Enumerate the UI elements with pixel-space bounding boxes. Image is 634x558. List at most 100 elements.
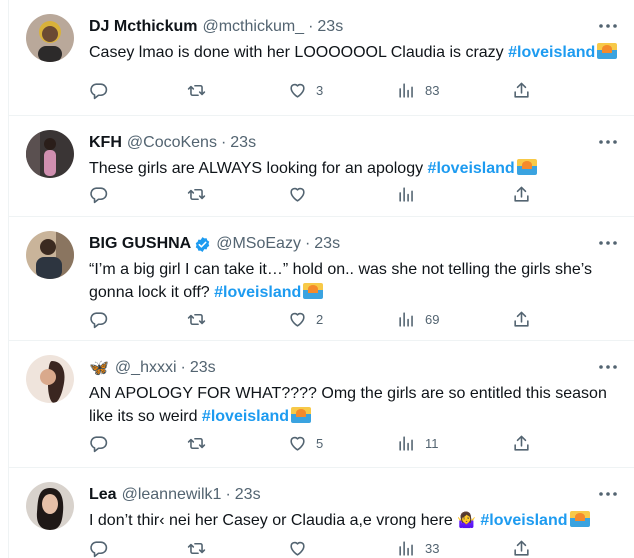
retweet-icon [187,310,206,329]
retweet-icon [187,185,206,204]
avatar[interactable] [26,14,74,62]
tweet-actions [89,184,539,204]
hashtag-link[interactable]: #loveisland [480,512,567,529]
tweet[interactable]: BIG GUSHNA @MSoEazy · 23s “I’m a big gir… [9,217,634,341]
tweet[interactable]: Lea @leannewilk1 · 23s I don’t thir‹ nei… [9,468,634,558]
share-button[interactable] [512,538,531,558]
more-icon[interactable] [598,357,618,377]
heart-icon [288,434,307,453]
tweet-actions: 2 69 [89,309,539,329]
retweet-icon [187,81,206,100]
timestamp[interactable]: 23s [235,486,261,504]
butterfly-emoji-icon: 🦋 [89,360,109,377]
retweet-icon [187,434,206,453]
tweet-body: Casey lmao is done with her LOOOOOOL Cla… [89,44,509,61]
retweet-button[interactable] [187,538,215,558]
tweet-actions: 33 [89,538,539,558]
retweet-button[interactable] [187,433,215,453]
tweet-header: BIG GUSHNA @MSoEazy · 23s [89,233,340,255]
share-icon [512,539,531,558]
display-name[interactable]: Lea [89,486,117,504]
shrug-emoji-icon: 🤷‍♀️ [457,512,476,529]
views-button[interactable]: 11 [397,433,439,453]
hashtag-link[interactable]: #loveisland [202,408,289,425]
more-icon[interactable] [598,16,618,36]
more-icon[interactable] [598,484,618,504]
tweet-text: Casey lmao is done with her LOOOOOOL Cla… [89,41,619,64]
separator-dot: · [304,235,311,252]
share-button[interactable] [512,80,531,100]
avatar[interactable] [26,130,74,178]
retweet-icon [187,539,206,558]
tweet-header: Lea @leannewilk1 · 23s [89,484,261,506]
display-name[interactable]: BIG GUSHNA [89,235,191,253]
tweet-body: I don’t thir‹ nei her Casey or Claudia a… [89,512,458,529]
tweet-header: KFH @CocoKens · 23s [89,132,256,154]
user-handle[interactable]: @MSoEazy [216,235,301,253]
avatar[interactable] [26,231,74,279]
like-count: 5 [316,435,324,451]
like-button[interactable]: 3 [288,80,323,100]
reply-button[interactable] [89,184,117,204]
tweet[interactable]: DJ Mcthickum @mcthickum_ · 23s Casey lma… [9,0,634,116]
user-handle[interactable]: @CocoKens [127,134,217,152]
tweet[interactable]: 🦋 @_hxxxi · 23s AN APOLOGY FOR WHAT???? … [9,341,634,468]
like-button[interactable]: 2 [288,309,323,329]
reply-button[interactable] [89,538,117,558]
share-icon [512,434,531,453]
display-name[interactable]: DJ Mcthickum [89,18,197,36]
more-icon[interactable] [598,233,618,253]
timestamp[interactable]: 23s [230,134,256,152]
like-button[interactable] [288,184,316,204]
views-icon [397,185,416,204]
timestamp[interactable]: 23s [190,359,216,377]
tweet-body: AN APOLOGY FOR WHAT???? Omg the girls ar… [89,385,607,425]
views-button[interactable]: 83 [397,80,439,100]
share-icon [512,185,531,204]
views-icon [397,434,416,453]
loveisland-hashflag-icon [516,159,537,175]
views-button[interactable] [397,184,425,204]
hashtag-link[interactable]: #loveisland [214,284,301,301]
tweet-text: “I’m a big girl I can take it…” hold on.… [89,258,619,304]
tweet[interactable]: KFH @CocoKens · 23s These girls are ALWA… [9,116,634,217]
views-icon [397,310,416,329]
avatar[interactable] [26,355,74,403]
retweet-button[interactable] [187,80,215,100]
hashtag-link[interactable]: #loveisland [508,44,595,61]
avatar[interactable] [26,482,74,530]
timestamp[interactable]: 23s [317,18,343,36]
share-icon [512,310,531,329]
reply-button[interactable] [89,80,117,100]
hashtag-link[interactable]: #loveisland [428,160,515,177]
user-handle[interactable]: @leannewilk1 [122,486,222,504]
like-count: 2 [316,311,324,327]
views-icon [397,539,416,558]
reply-icon [89,310,108,329]
share-button[interactable] [512,184,531,204]
reply-icon [89,185,108,204]
tweet-text: AN APOLOGY FOR WHAT???? Omg the girls ar… [89,382,619,428]
retweet-button[interactable] [187,309,215,329]
user-handle[interactable]: @_hxxxi [115,359,177,377]
separator-dot: · [308,18,314,35]
like-button[interactable]: 5 [288,433,323,453]
timeline-feed: DJ Mcthickum @mcthickum_ · 23s Casey lma… [8,0,634,558]
timestamp[interactable]: 23s [314,235,340,253]
like-button[interactable] [288,538,316,558]
share-button[interactable] [512,309,531,329]
reply-button[interactable] [89,433,117,453]
views-button[interactable]: 33 [397,538,439,558]
reply-icon [89,539,108,558]
retweet-button[interactable] [187,184,215,204]
reply-button[interactable] [89,309,117,329]
user-handle[interactable]: @mcthickum_ [202,18,304,36]
more-icon[interactable] [598,132,618,152]
loveisland-hashflag-icon [597,43,618,59]
separator-dot: · [180,359,186,376]
display-name[interactable]: KFH [89,134,122,152]
loveisland-hashflag-icon [303,283,324,299]
tweet-actions: 3 83 [89,80,539,100]
views-button[interactable]: 69 [397,309,439,329]
share-button[interactable] [512,433,531,453]
